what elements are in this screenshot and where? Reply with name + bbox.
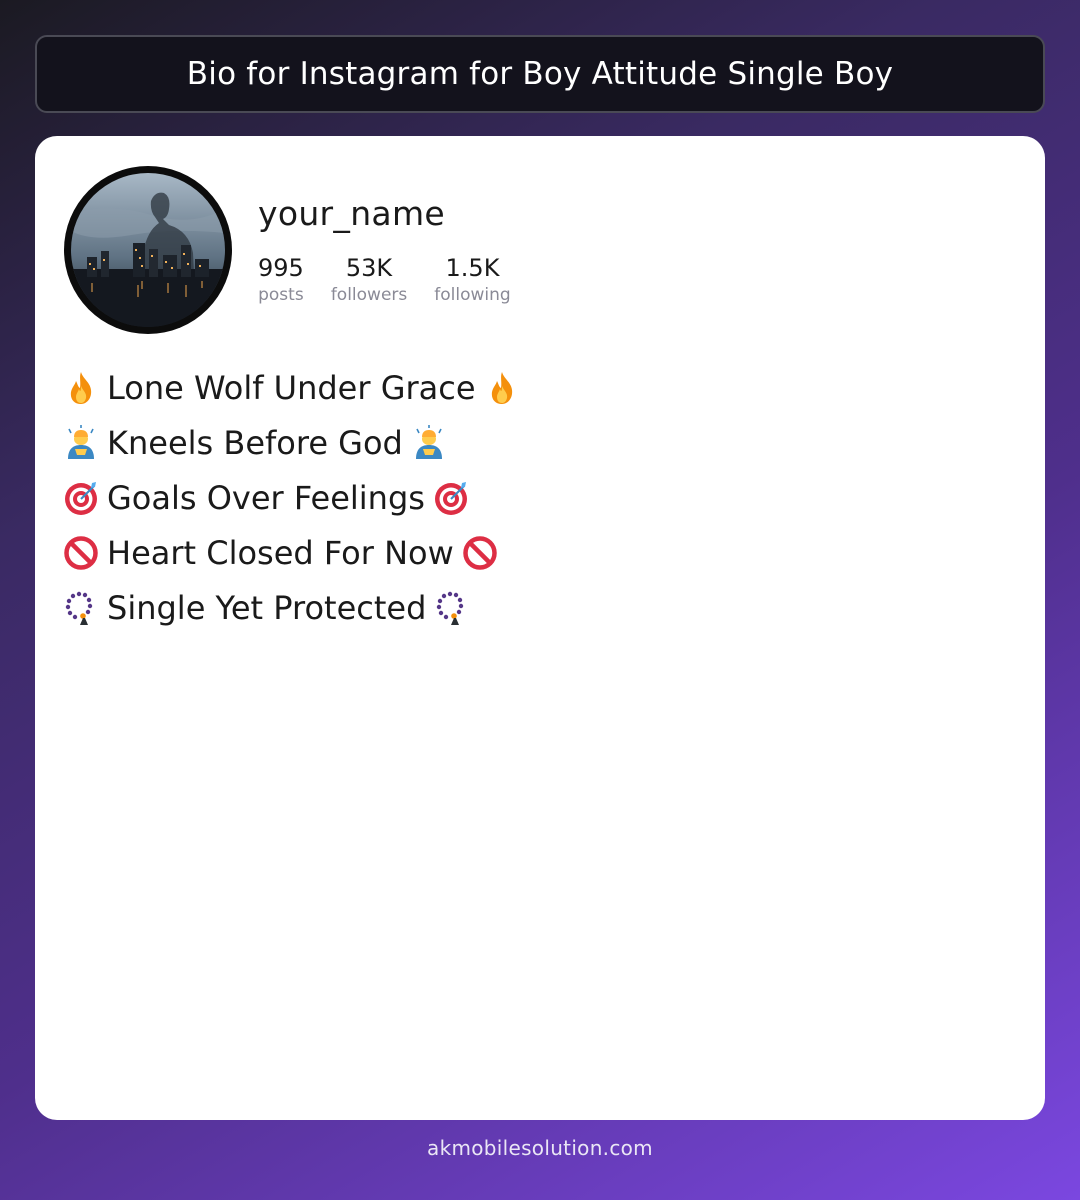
target-icon [63,480,99,516]
bio-text: Heart Closed For Now [107,533,454,572]
fire-icon [484,370,520,406]
prayer-beads-icon [434,590,470,626]
stat-value: 53K [345,254,393,282]
bio-line: Kneels Before God [63,415,520,470]
stat-value: 995 [258,254,304,282]
bio-line: Heart Closed For Now [63,525,520,580]
avatar[interactable] [64,166,232,334]
prohibited-icon [63,535,99,571]
profile-card: your_name 995 posts 53K followers 1.5K f… [35,136,1045,1120]
bio-text: Single Yet Protected [107,588,427,627]
bio-line: Single Yet Protected [63,580,520,635]
avatar-image [71,173,225,327]
page-title: Bio for Instagram for Boy Attitude Singl… [186,56,894,92]
bio: Lone Wolf Under Grace Kneels Before God … [63,360,520,635]
bio-line: Goals Over Feelings [63,470,520,525]
prohibited-icon [462,535,498,571]
bio-text: Lone Wolf Under Grace [107,368,476,407]
stat-label: followers [330,285,408,305]
bio-line: Lone Wolf Under Grace [63,360,520,415]
fire-icon [63,370,99,406]
footer-website[interactable]: akmobilesolution.com [0,1136,1080,1160]
prayer-beads-icon [63,590,99,626]
stat-label: following [434,285,511,305]
stat-value: 1.5K [445,254,500,282]
username: your_name [258,194,445,233]
person-bowing-icon [411,424,447,461]
title-bar: Bio for Instagram for Boy Attitude Singl… [35,35,1045,113]
profile-stats: 995 posts 53K followers 1.5K following [258,254,538,308]
bio-text: Kneels Before God [107,423,403,462]
stat-followers[interactable]: 53K followers [331,254,407,308]
stat-label: posts [258,285,304,305]
stat-posts[interactable]: 995 posts [258,254,304,308]
bio-text: Goals Over Feelings [107,478,425,517]
person-bowing-icon [63,424,99,461]
stat-following[interactable]: 1.5K following [434,254,510,308]
target-icon [433,480,469,516]
